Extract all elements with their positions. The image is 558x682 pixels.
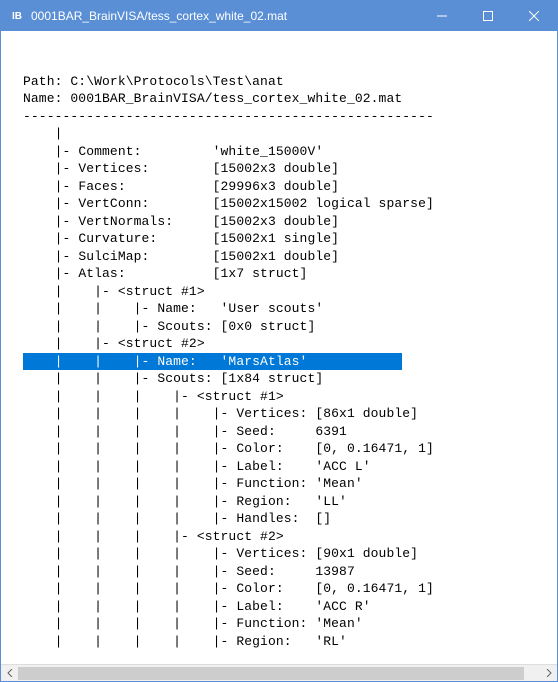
minimize-icon: [437, 11, 447, 21]
tree-line: | |- <struct #1>: [55, 284, 205, 299]
tree-line: |- SulciMap: [15002x1 double]: [55, 249, 339, 264]
close-button[interactable]: [511, 1, 557, 31]
tree-line: | | | | |- Vertices: [90x1 double]: [55, 546, 418, 561]
chevron-right-icon: [546, 669, 552, 677]
tree-line: |- VertConn: [15002x15002 logical sparse…: [55, 196, 434, 211]
minimize-button[interactable]: [419, 1, 465, 31]
tree-line: | | | | |- Handles: []: [55, 511, 332, 526]
window-controls: [419, 1, 557, 31]
tree-line: | | | | |- Region: 'LL': [55, 494, 347, 509]
tree-line: | | | | |- Vertices: [86x1 double]: [55, 406, 418, 421]
tree-line: |- Atlas: [1x7 struct]: [55, 266, 308, 281]
text-content: Path: C:\Work\Protocols\Test\anat Name: …: [1, 31, 557, 650]
tree-line: | | | | |- Function: 'Mean': [55, 476, 363, 491]
tree-line: | | | | |- Region: 'RL': [55, 634, 347, 649]
selected-line[interactable]: | | |- Name: 'MarsAtlas': [23, 353, 402, 371]
scrollbar-thumb[interactable]: [18, 667, 524, 680]
scroll-left-button[interactable]: [1, 665, 18, 681]
tree-line: | | | |- <struct #2>: [55, 529, 284, 544]
chevron-left-icon: [7, 669, 13, 677]
close-icon: [529, 11, 539, 21]
tree-line: | | |- Scouts: [0x0 struct]: [55, 319, 316, 334]
tree-line: | |- <struct #2>: [55, 336, 205, 351]
tree-line: |- Curvature: [15002x1 single]: [55, 231, 339, 246]
window-title: 0001BAR_BrainVISA/tess_cortex_white_02.m…: [31, 9, 419, 23]
maximize-button[interactable]: [465, 1, 511, 31]
name-line: Name: 0001BAR_BrainVISA/tess_cortex_whit…: [23, 91, 402, 106]
tree-line: |- VertNormals: [15002x3 double]: [55, 214, 339, 229]
tree-line: |: [55, 126, 63, 141]
app-icon: IB: [9, 8, 25, 24]
horizontal-scrollbar[interactable]: [1, 664, 557, 681]
tree-line: | | | | |- Function: 'Mean': [55, 616, 363, 631]
tree-line: | | | | |- Color: [0, 0.16471, 1]: [55, 581, 434, 596]
tree-line: | | | | |- Color: [0, 0.16471, 1]: [55, 441, 434, 456]
scroll-right-button[interactable]: [540, 665, 557, 681]
path-line: Path: C:\Work\Protocols\Test\anat: [23, 74, 284, 89]
content-area[interactable]: Path: C:\Work\Protocols\Test\anat Name: …: [1, 31, 557, 664]
tree-line: |- Comment: 'white_15000V': [55, 144, 324, 159]
tree-line: | | | | |- Label: 'ACC R': [55, 599, 371, 614]
tree-line: |- Vertices: [15002x3 double]: [55, 161, 339, 176]
tree-line: | | | | |- Seed: 13987: [55, 564, 355, 579]
maximize-icon: [483, 11, 493, 21]
tree-line: | | | | |- Label: 'ACC L': [55, 459, 371, 474]
titlebar[interactable]: IB 0001BAR_BrainVISA/tess_cortex_white_0…: [1, 1, 557, 31]
tree-line: | | | |- <struct #1>: [55, 389, 284, 404]
tree-line: |- Faces: [29996x3 double]: [55, 179, 339, 194]
tree-line: | | | | |- Seed: 6391: [55, 424, 347, 439]
scrollbar-track[interactable]: [18, 665, 540, 681]
separator-line: ----------------------------------------…: [23, 109, 434, 124]
tree-line: | | |- Scouts: [1x84 struct]: [55, 371, 324, 386]
tree-line: | | |- Name: 'User scouts': [55, 301, 324, 316]
